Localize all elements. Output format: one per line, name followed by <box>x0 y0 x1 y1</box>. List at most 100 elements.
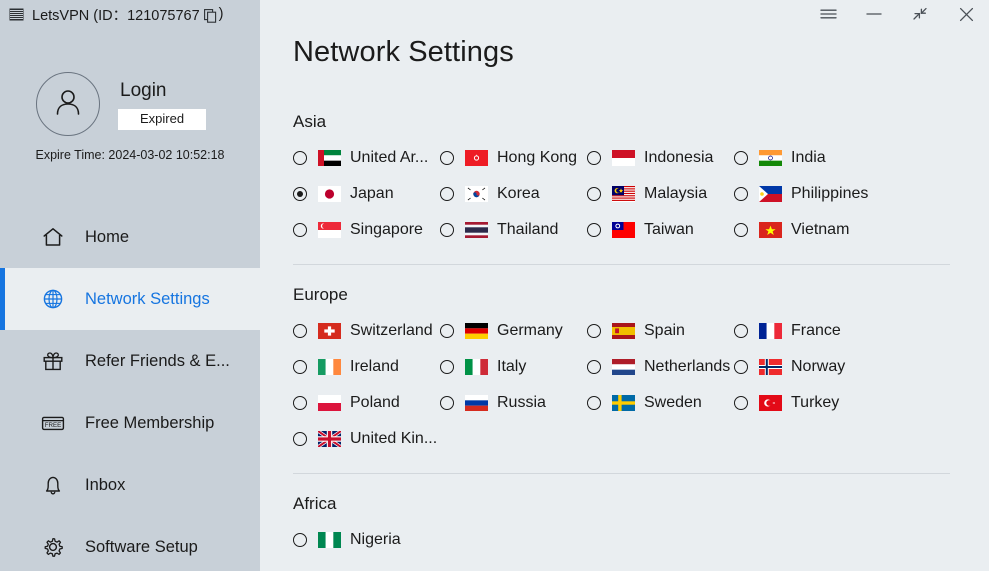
country-option[interactable]: United Ar... <box>293 140 428 176</box>
radio-button[interactable] <box>293 223 307 237</box>
account-block: Login Expired Expire Time: 2024-03-02 10… <box>0 72 260 162</box>
sidebar-item-label: Free Membership <box>85 414 214 433</box>
country-option[interactable]: Switzerland <box>293 313 433 349</box>
radio-button[interactable] <box>734 324 748 338</box>
menu-button[interactable] <box>805 0 851 28</box>
country-name: Hong Kong <box>497 149 577 167</box>
radio-button[interactable] <box>293 432 307 446</box>
restore-button[interactable] <box>897 0 943 28</box>
copy-icon[interactable] <box>204 9 217 23</box>
country-option[interactable]: Ireland <box>293 349 399 385</box>
radio-button[interactable] <box>440 223 454 237</box>
user-avatar-icon <box>51 85 85 124</box>
country-row: Singapore Thailand Taiwan Vietnam <box>293 212 975 248</box>
minimize-button[interactable] <box>851 0 897 28</box>
country-option[interactable]: Germany <box>440 313 563 349</box>
country-option[interactable]: Netherlands <box>587 349 730 385</box>
sidebar-item-free-membership[interactable]: FREE Free Membership <box>0 392 260 454</box>
radio-button[interactable] <box>440 151 454 165</box>
sidebar-item-network-settings[interactable]: Network Settings <box>0 268 260 330</box>
flag-icon-nl <box>612 359 635 375</box>
flag-icon-de <box>465 323 488 339</box>
country-option[interactable]: Italy <box>440 349 526 385</box>
radio-button[interactable] <box>440 324 454 338</box>
page-title: Network Settings <box>293 36 514 69</box>
country-option[interactable]: Taiwan <box>587 212 694 248</box>
country-option[interactable]: Turkey <box>734 385 839 421</box>
radio-button[interactable] <box>293 533 307 547</box>
flag-icon-my <box>612 186 635 202</box>
country-option[interactable]: Philippines <box>734 176 868 212</box>
country-name: France <box>791 322 841 340</box>
country-option[interactable]: Russia <box>440 385 546 421</box>
window-title-suffix: ) <box>219 6 224 22</box>
radio-button[interactable] <box>293 396 307 410</box>
country-option[interactable]: Norway <box>734 349 845 385</box>
country-option[interactable]: Malaysia <box>587 176 707 212</box>
country-name: Turkey <box>791 394 839 412</box>
country-name: Indonesia <box>644 149 713 167</box>
country-option[interactable]: Hong Kong <box>440 140 577 176</box>
country-name: Italy <box>497 358 526 376</box>
radio-button[interactable] <box>587 187 601 201</box>
flag-icon-vn <box>759 222 782 238</box>
country-name: Germany <box>497 322 563 340</box>
expire-time-label: Expire Time: 2024-03-02 10:52:18 <box>0 148 260 162</box>
radio-button[interactable] <box>734 223 748 237</box>
country-option[interactable]: Thailand <box>440 212 558 248</box>
window-title: LetsVPN (ID：121075767 <box>32 4 200 25</box>
country-name: Sweden <box>644 394 702 412</box>
radio-button[interactable] <box>293 151 307 165</box>
country-option[interactable]: India <box>734 140 826 176</box>
main-content: Network Settings AsiaUnited Ar...Hong Ko… <box>260 0 989 571</box>
globe-icon <box>40 286 66 312</box>
radio-button[interactable] <box>440 187 454 201</box>
radio-button[interactable] <box>734 396 748 410</box>
radio-button[interactable] <box>734 360 748 374</box>
flag-icon-ru <box>465 395 488 411</box>
login-label[interactable]: Login <box>120 79 167 103</box>
radio-button-selected[interactable] <box>293 187 307 201</box>
radio-button[interactable] <box>587 223 601 237</box>
sidebar-item-home[interactable]: Home <box>0 206 260 268</box>
titlebar-left: LetsVPN (ID：121075767 ) <box>0 0 260 28</box>
sidebar-item-refer-friends[interactable]: Refer Friends & E... <box>0 330 260 392</box>
country-option[interactable]: France <box>734 313 841 349</box>
country-option[interactable]: Poland <box>293 385 400 421</box>
country-option[interactable]: Singapore <box>293 212 423 248</box>
radio-button[interactable] <box>587 396 601 410</box>
country-option[interactable]: Korea <box>440 176 540 212</box>
radio-button[interactable] <box>293 360 307 374</box>
letsvpn-window: LetsVPN (ID：121075767 ) <box>0 0 989 571</box>
close-icon <box>959 7 974 22</box>
avatar[interactable] <box>36 72 100 136</box>
country-row: Poland Russia Sweden Turkey <box>293 385 975 421</box>
section-title: Africa <box>293 474 975 522</box>
country-option[interactable]: Spain <box>587 313 685 349</box>
sidebar-item-label: Software Setup <box>85 538 198 557</box>
country-option[interactable]: Indonesia <box>587 140 713 176</box>
radio-button[interactable] <box>734 187 748 201</box>
minimize-icon <box>866 8 882 20</box>
radio-button[interactable] <box>587 151 601 165</box>
country-option[interactable]: United Kin... <box>293 421 437 457</box>
radio-button[interactable] <box>440 360 454 374</box>
close-button[interactable] <box>943 0 989 28</box>
country-option[interactable]: Nigeria <box>293 522 401 558</box>
sidebar-item-inbox[interactable]: Inbox <box>0 454 260 516</box>
country-option[interactable]: Vietnam <box>734 212 849 248</box>
bell-icon <box>40 472 66 498</box>
sidebar-nav: Home Network Settings <box>0 206 260 571</box>
country-option[interactable]: Japan <box>293 176 394 212</box>
radio-button[interactable] <box>293 324 307 338</box>
country-option[interactable]: Sweden <box>587 385 702 421</box>
window-controls <box>805 0 989 28</box>
sidebar-item-software-setup[interactable]: Software Setup <box>0 516 260 571</box>
radio-button[interactable] <box>440 396 454 410</box>
sidebar-item-label: Inbox <box>85 476 125 495</box>
radio-button[interactable] <box>734 151 748 165</box>
radio-button[interactable] <box>587 360 601 374</box>
sidebar-item-label: Network Settings <box>85 290 210 309</box>
flag-icon-id <box>612 150 635 166</box>
radio-button[interactable] <box>587 324 601 338</box>
